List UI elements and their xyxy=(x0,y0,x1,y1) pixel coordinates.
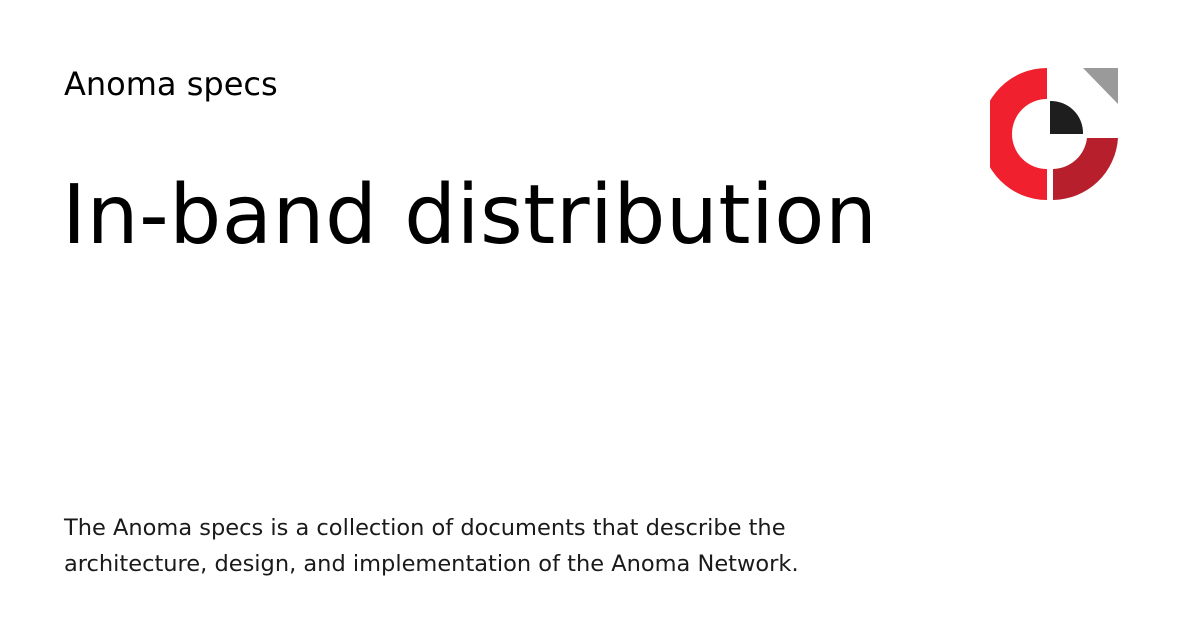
logo-red-arc xyxy=(990,68,1047,200)
logo-black-quarter xyxy=(1050,100,1084,134)
page-description: The Anoma specs is a collection of docum… xyxy=(64,515,799,577)
anoma-logo-icon xyxy=(990,68,1118,200)
social-card: Anoma specs In-band distribution The Ano… xyxy=(0,0,1200,630)
site-name: Anoma specs xyxy=(64,65,278,103)
page-title: In-band distribution xyxy=(62,168,878,263)
logo-gray-corner xyxy=(1083,68,1118,104)
logo-dark-red-arc xyxy=(1053,138,1118,200)
